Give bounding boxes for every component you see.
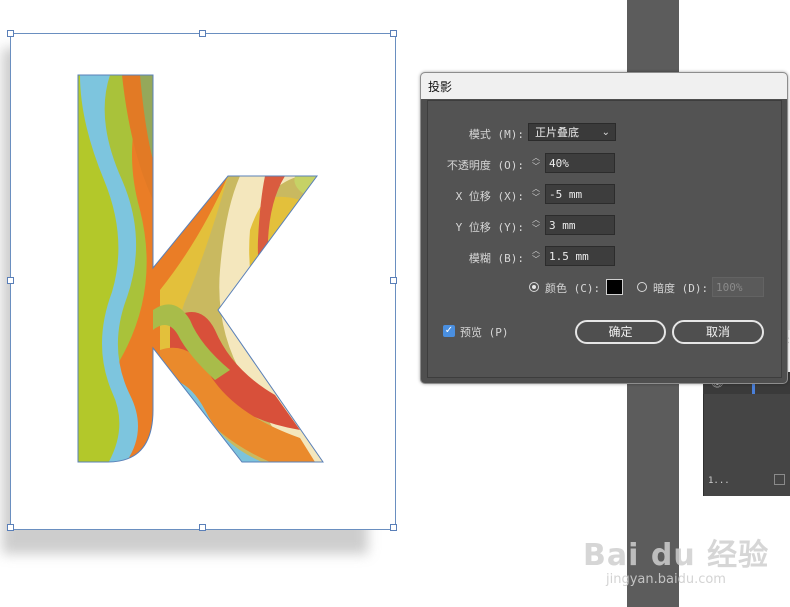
color-label: 颜色 (C): xyxy=(545,282,601,295)
opacity-label: 不透明度 (O): xyxy=(446,159,524,172)
dialog-titlebar[interactable]: 投影 xyxy=(421,73,787,99)
color-swatch[interactable] xyxy=(606,279,623,295)
ok-button[interactable]: 确定 xyxy=(575,320,666,344)
darkness-radio[interactable] xyxy=(637,282,647,292)
resize-handle[interactable] xyxy=(7,30,14,37)
opacity-field[interactable]: 40% xyxy=(545,153,615,173)
preview-label: 预览 (P) xyxy=(460,326,509,339)
checkbox-check-icon[interactable]: ✓ xyxy=(443,325,455,337)
resize-handle[interactable] xyxy=(199,524,206,531)
resize-handle[interactable] xyxy=(7,277,14,284)
spin-up-down-icon[interactable]: ︿ ﹀ xyxy=(529,184,543,204)
spin-up-down-icon[interactable]: ︿ ﹀ xyxy=(529,246,543,266)
darkness-label: 暗度 (D): xyxy=(653,282,709,295)
mode-select-value: 正片叠底 xyxy=(535,126,579,139)
cancel-button[interactable]: 取消 xyxy=(672,320,764,344)
resize-handle[interactable] xyxy=(7,524,14,531)
chevron-down-icon: ⌄ xyxy=(601,127,610,138)
blur-label: 模糊 (B): xyxy=(468,252,524,265)
x-offset-field[interactable]: -5 mm xyxy=(545,184,615,204)
resize-handle[interactable] xyxy=(390,30,397,37)
x-offset-label: X 位移 (X): xyxy=(455,190,524,203)
mode-label: 模式 (M): xyxy=(468,128,524,141)
resize-handle[interactable] xyxy=(390,277,397,284)
mode-select[interactable]: 正片叠底 ⌄ xyxy=(528,123,616,141)
darkness-field[interactable]: 100% xyxy=(712,277,764,297)
color-radio[interactable] xyxy=(529,282,539,292)
baidu-watermark: Bai du 经验 xyxy=(583,538,770,573)
spin-up-down-icon[interactable]: ︿ ﹀ xyxy=(529,153,543,173)
y-offset-field[interactable]: 3 mm xyxy=(545,215,615,235)
y-offset-label: Y 位移 (Y): xyxy=(455,221,524,234)
blur-field[interactable]: 1.5 mm xyxy=(545,246,615,266)
resize-handle[interactable] xyxy=(199,30,206,37)
spin-up-down-icon[interactable]: ︿ ﹀ xyxy=(529,215,543,235)
dialog-title: 投影 xyxy=(428,80,453,94)
resize-handle[interactable] xyxy=(390,524,397,531)
watermark-url: jingyan.baidu.com xyxy=(606,572,726,587)
